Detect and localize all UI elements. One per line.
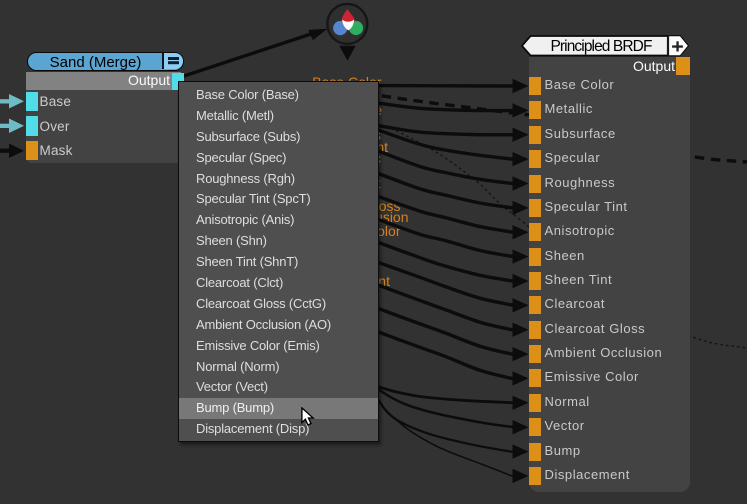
svg-text:Principled BRDF: Principled BRDF bbox=[550, 37, 651, 54]
